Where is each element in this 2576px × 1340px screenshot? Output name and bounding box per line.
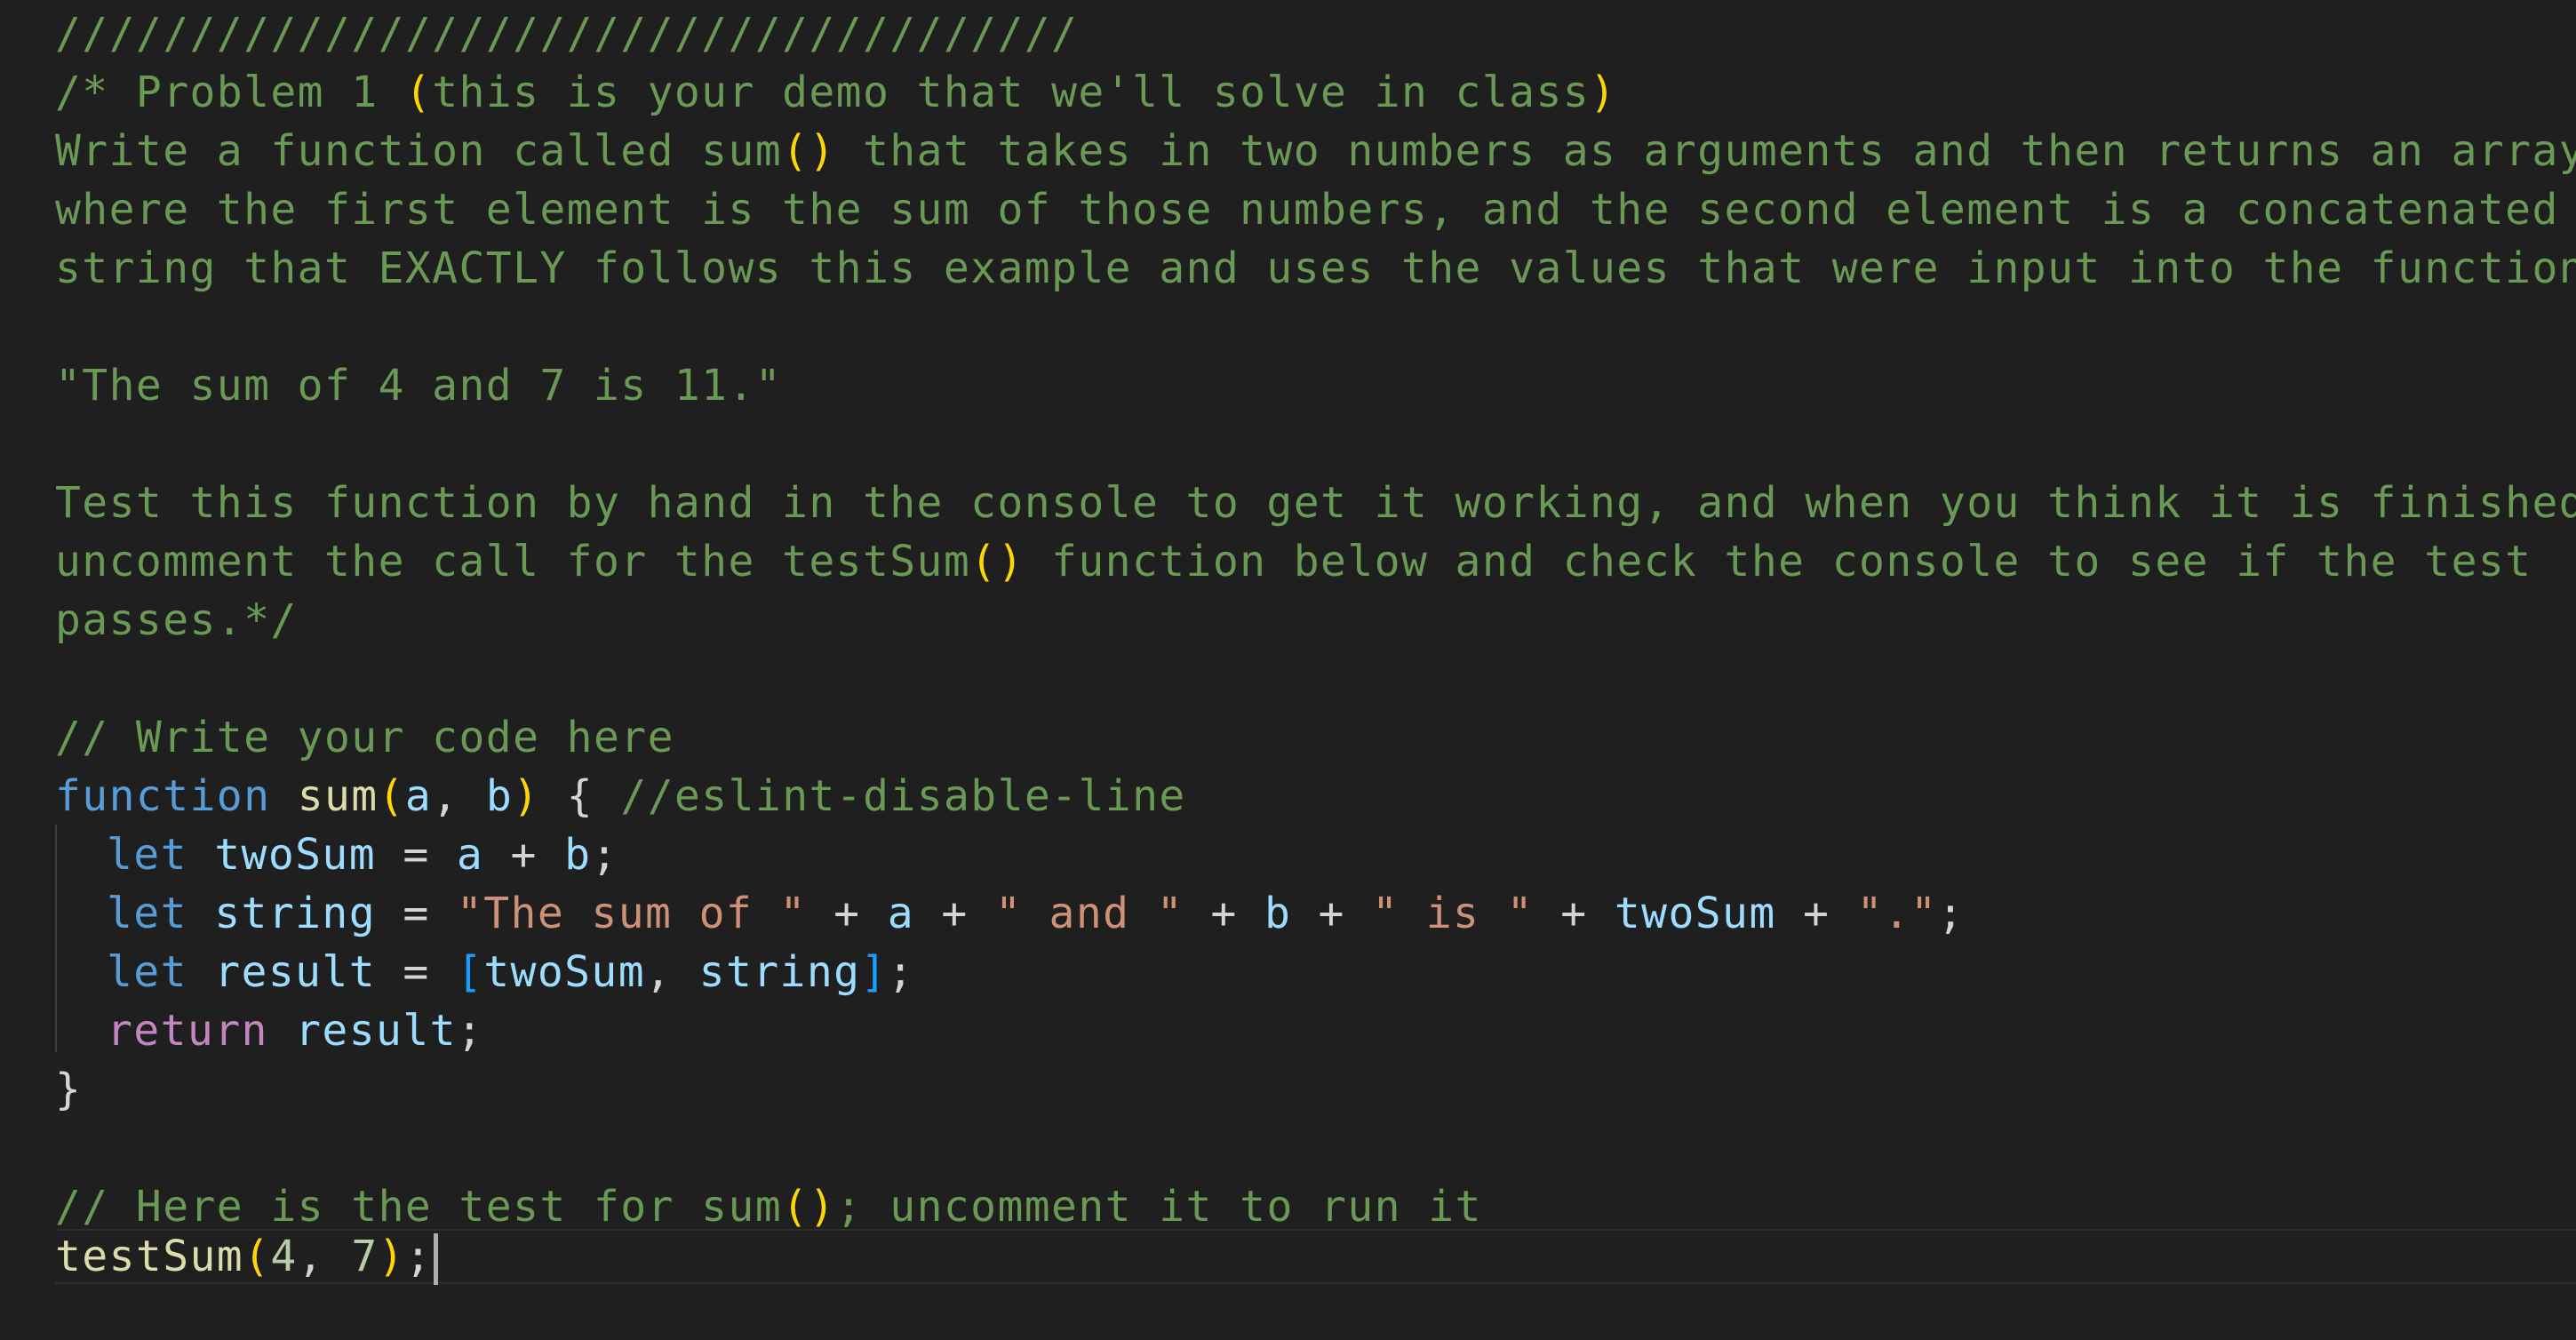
bracket: () [970, 537, 1025, 586]
bracket: ) [1590, 68, 1617, 117]
code-line-1: ////////////////////////////////////// [55, 4, 1078, 63]
string-literal: "The sum of " [456, 889, 807, 938]
variable: result [214, 947, 377, 997]
variable: twoSum [483, 947, 646, 997]
comment-text: that takes in two numbers as arguments a… [835, 126, 2576, 176]
variable: result [295, 1006, 457, 1056]
variable: string [214, 889, 377, 938]
code-line-15: let twoSum = a + b; [107, 830, 618, 880]
string-literal: " and " [994, 889, 1184, 938]
code-line-7: "The sum of 4 and 7 is 11." [55, 356, 782, 415]
comment-text: // Here is the test for sum [55, 1182, 783, 1232]
code-line-5: string that EXACTLY follows this example… [55, 239, 2576, 298]
function-name: sum [297, 771, 379, 821]
comment-text: "The sum of 4 and 7 is 11." [55, 361, 783, 411]
keyword: let [107, 830, 187, 880]
comment-text: where the first element is the sum of th… [55, 185, 2559, 235]
comment-text: Test this function by hand in the consol… [55, 478, 2576, 528]
code-line-19: } [55, 1060, 82, 1119]
comment-text: passes.*/ [55, 595, 298, 645]
function-name: testSum [55, 1232, 244, 1281]
comment-text: //eslint-disable-line [620, 771, 1186, 821]
keyword: let [107, 889, 187, 938]
keyword: let [107, 947, 187, 997]
variable: twoSum [1614, 889, 1776, 938]
comment-text: function below and check the console to … [1024, 537, 2532, 586]
string-literal: "." [1856, 889, 1938, 938]
number-literal: 4 [270, 1232, 298, 1281]
bracket: () [782, 126, 836, 176]
comment-text: string that EXACTLY follows this example… [55, 243, 2576, 293]
comment-text: // Write your code here [55, 713, 674, 762]
param: a [404, 771, 433, 821]
code-line-9: Test this function by hand in the consol… [55, 474, 2576, 532]
code-line-3: Write a function called sum() that takes… [55, 122, 2576, 180]
code-line-2: /* Problem 1 (this is your demo that we'… [55, 63, 1616, 122]
control-keyword: return [107, 1006, 268, 1056]
param: b [485, 771, 514, 821]
keyword: function [55, 771, 271, 821]
comment-text: uncomment the call for the testSum [55, 537, 971, 586]
variable: a [456, 830, 484, 880]
code-line-11: passes.*/ [55, 591, 298, 650]
comment-divider: ////////////////////////////////////// [55, 9, 1079, 59]
code-line-14: function sum(a, b) { //eslint-disable-li… [55, 771, 1186, 821]
variable: a [887, 889, 915, 938]
indent-guide [55, 825, 57, 1052]
code-line-4: where the first element is the sum of th… [55, 180, 2559, 239]
bracket: ( [404, 68, 433, 117]
comment-text: this is your demo that we'll solve in cl… [432, 68, 1591, 117]
code-line-16: let string = "The sum of " + a + " and "… [107, 889, 1965, 938]
code-line-13: // Write your code here [55, 708, 674, 767]
comment-text: ; uncomment it to run it [835, 1182, 1482, 1232]
comment-text: Write a function called sum [55, 126, 783, 176]
code-line-22[interactable]: testSum(4, 7); [55, 1227, 439, 1286]
code-line-17: let result = [twoSum, string]; [107, 947, 915, 997]
code-line-10: uncomment the call for the testSum() fun… [55, 532, 2532, 591]
comment-text: /* Problem 1 [55, 68, 405, 117]
string-literal: " is " [1372, 889, 1534, 938]
text-cursor [434, 1233, 439, 1285]
brace: { [566, 771, 594, 821]
variable: string [698, 947, 861, 997]
code-line-18: return result; [107, 1006, 484, 1056]
code-editor[interactable]: ////////////////////////////////////// /… [0, 0, 2576, 1340]
variable: b [564, 830, 592, 880]
variable: b [1264, 889, 1292, 938]
bracket: () [782, 1182, 836, 1232]
brace: } [55, 1065, 83, 1114]
variable: twoSum [214, 830, 377, 880]
number-literal: 7 [351, 1232, 379, 1281]
